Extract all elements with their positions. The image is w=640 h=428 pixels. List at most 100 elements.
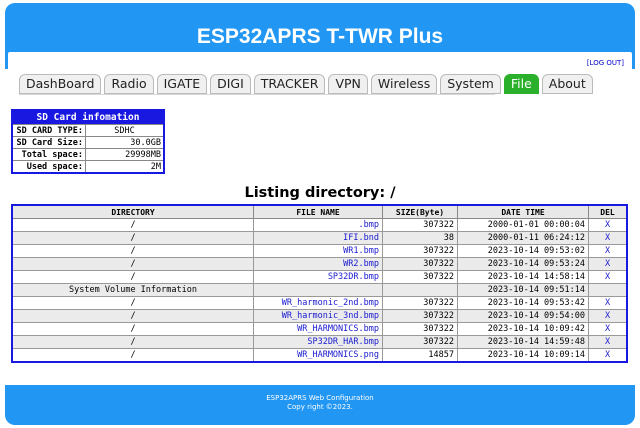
delete-button[interactable]: X (588, 257, 628, 271)
footer-bar: ESP32APRS Web Configuration Copy right ©… (5, 385, 635, 425)
directory-cell: / (11, 348, 254, 363)
delete-button[interactable]: X (588, 231, 628, 245)
sdcard-heading: SD Card infomation (12, 110, 164, 125)
directory-cell: / (11, 296, 254, 310)
file-name-link[interactable]: .bmp (253, 218, 383, 232)
file-name-link[interactable]: SP32DR_HAR.bmp (253, 335, 383, 349)
col-directory: DIRECTORY (11, 204, 254, 219)
table-row: / WR_harmonic_3nd.bmp 307322 2023-10-14 09:… (11, 309, 628, 323)
sdcard-row: Used space: 2M (11, 160, 165, 174)
page: ESP32APRS T-TWR Plus [LOG OUT] DashBoard… (0, 0, 640, 428)
size-cell: 307322 (382, 244, 458, 258)
tab-wireless[interactable]: Wireless (370, 74, 438, 94)
file-name-link[interactable]: WR_harmonic_3nd.bmp (253, 309, 383, 323)
total-space-label: Total space: (11, 148, 86, 161)
size-cell: 14857 (382, 348, 458, 363)
delete-button[interactable]: X (588, 296, 628, 310)
date-cell: 2023-10-14 09:51:14 (457, 283, 589, 297)
nav-tabs: DashBoard Radio IGATE DIGI TRACKER VPN Wireles… (19, 74, 593, 94)
delete-button (588, 283, 628, 297)
date-cell: 2023-10-14 14:58:14 (457, 270, 589, 284)
delete-button[interactable]: X (588, 322, 628, 336)
file-name-link[interactable]: WR_HARMONICS.bmp (253, 322, 383, 336)
delete-button[interactable]: X (588, 309, 628, 323)
directory-cell: / (11, 257, 254, 271)
sdcard-row: SD CARD TYPE: SDHC (11, 124, 165, 137)
directory-cell: / (11, 231, 254, 245)
table-row: / SP32DR_HAR.bmp 307322 2023-10-14 14:59:48… (11, 335, 628, 349)
size-cell: 307322 (382, 257, 458, 271)
date-cell: 2023-10-14 09:53:24 (457, 257, 589, 271)
sdcard-size-label: SD Card Size: (11, 136, 86, 149)
size-cell: 307322 (382, 309, 458, 323)
tab-vpn[interactable]: VPN (328, 74, 368, 94)
table-row: / WR_HARMONICS.bmp 307322 2023-10-14 10:09:… (11, 322, 628, 336)
listing-title: Listing directory: / (244, 185, 396, 201)
tab-dashboard[interactable]: DashBoard (19, 74, 102, 94)
table-row: / IFI.bnd 38 2000-01-11 06:24:12 X (11, 231, 628, 245)
col-date-time: DATE TIME (457, 204, 589, 219)
sdcard-size-value: 30.0GB (85, 136, 165, 149)
directory-cell: / (11, 270, 254, 284)
used-space-label: Used space: (11, 160, 86, 174)
col-size: SIZE(Byte) (382, 204, 458, 219)
tab-system[interactable]: System (440, 74, 501, 94)
sdcard-info-table: SD Card infomation SD CARD TYPE: SDHC SD … (11, 109, 165, 174)
date-cell: 2000-01-01 00:00:04 (457, 218, 589, 232)
date-cell: 2023-10-14 09:53:02 (457, 244, 589, 258)
file-name-link (253, 283, 383, 297)
delete-button[interactable]: X (588, 335, 628, 349)
size-cell: 38 (382, 231, 458, 245)
file-name-link[interactable]: WR2.bmp (253, 257, 383, 271)
used-space-value: 2M (85, 160, 165, 174)
tab-about[interactable]: About (541, 74, 593, 94)
file-name-link[interactable]: SP32DR.bmp (253, 270, 383, 284)
file-name-link[interactable]: WR_HARMONICS.png (253, 348, 383, 363)
date-cell: 2023-10-14 10:09:14 (457, 348, 589, 363)
logout-link[interactable]: [LOG OUT] (587, 59, 624, 67)
tab-digi[interactable]: DIGI (210, 74, 251, 94)
size-cell: 307322 (382, 296, 458, 310)
date-cell: 2000-01-11 06:24:12 (457, 231, 589, 245)
tab-igate[interactable]: IGATE (156, 74, 208, 94)
date-cell: 2023-10-14 14:59:48 (457, 335, 589, 349)
main-panel: [LOG OUT] DashBoard Radio IGATE DIGI TRACKER… (8, 52, 632, 382)
directory-cell: / (11, 335, 254, 349)
delete-button[interactable]: X (588, 270, 628, 284)
tab-divider (19, 94, 495, 95)
size-cell (382, 283, 458, 297)
table-row: / WR1.bmp 307322 2023-10-14 09:53:02 X (11, 244, 628, 258)
size-cell: 307322 (382, 335, 458, 349)
file-name-link[interactable]: IFI.bnd (253, 231, 383, 245)
col-file-name: FILE NAME (253, 204, 383, 219)
directory-cell: / (11, 244, 254, 258)
delete-button[interactable]: X (588, 244, 628, 258)
col-del: DEL (588, 204, 628, 219)
table-row: / WR_HARMONICS.png 14857 2023-10-14 10:09:1… (11, 348, 628, 363)
directory-cell: / (11, 218, 254, 232)
delete-button[interactable]: X (588, 218, 628, 232)
size-cell: 307322 (382, 322, 458, 336)
sdcard-type-value: SDHC (85, 124, 165, 137)
app-title: ESP32APRS T-TWR Plus (196, 25, 444, 48)
tab-radio[interactable]: Radio (104, 74, 154, 94)
date-cell: 2023-10-14 09:54:00 (457, 309, 589, 323)
size-cell: 307322 (382, 218, 458, 232)
directory-cell: System Volume Information (11, 283, 254, 297)
file-name-link[interactable]: WR_harmonic_2nd.bmp (253, 296, 383, 310)
table-row: / WR2.bmp 307322 2023-10-14 09:53:24 X (11, 257, 628, 271)
file-table: DIRECTORY FILE NAME SIZE(Byte) DATE TIME… (11, 204, 628, 363)
table-row: / SP32DR.bmp 307322 2023-10-14 14:58:14 X (11, 270, 628, 284)
sdcard-row: SD Card Size: 30.0GB (11, 136, 165, 149)
directory-cell: / (11, 309, 254, 323)
date-cell: 2023-10-14 10:09:42 (457, 322, 589, 336)
tab-tracker[interactable]: TRACKER (253, 74, 326, 94)
size-cell: 307322 (382, 270, 458, 284)
delete-button[interactable]: X (588, 348, 628, 363)
footer-line1: ESP32APRS Web Configuration (266, 394, 374, 402)
table-row: System Volume Information 2023-10-14 09:5… (11, 283, 628, 297)
table-row: / WR_harmonic_2nd.bmp 307322 2023-10-14 09:… (11, 296, 628, 310)
tab-file[interactable]: File (503, 74, 539, 94)
file-name-link[interactable]: WR1.bmp (253, 244, 383, 258)
date-cell: 2023-10-14 09:53:42 (457, 296, 589, 310)
